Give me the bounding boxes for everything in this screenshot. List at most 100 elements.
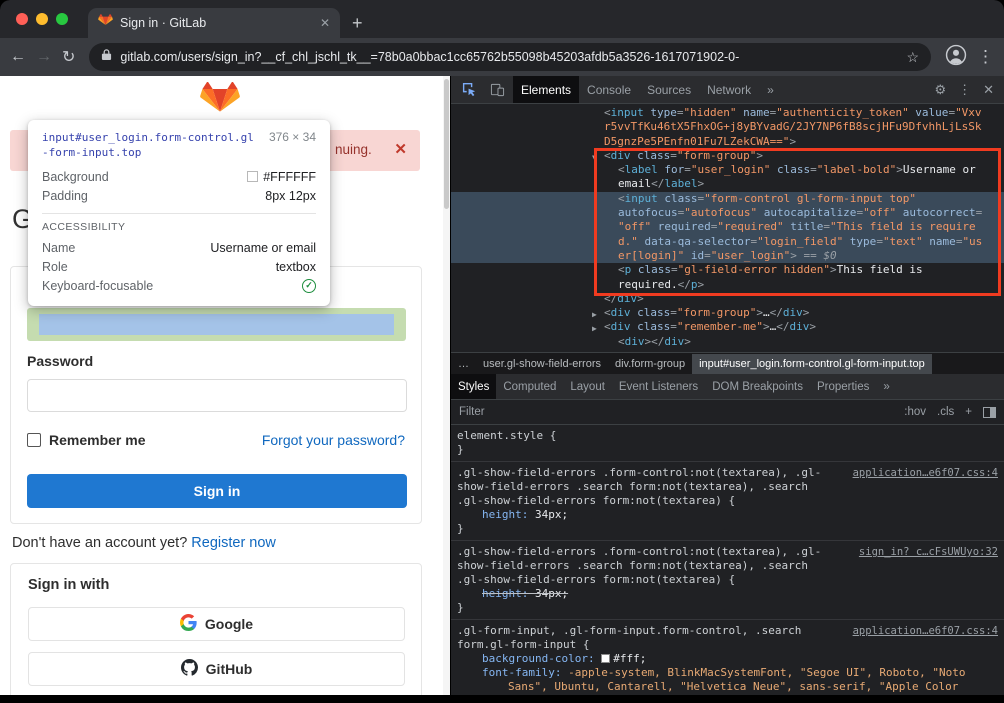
breadcrumb-item[interactable]: div.form-group (608, 354, 692, 374)
devtools-toolbar: ElementsConsoleSourcesNetwork» ⚙ ⋮ ✕ (451, 76, 1004, 104)
tab-computed[interactable]: Computed (496, 374, 563, 399)
tab-elements[interactable]: Elements (513, 76, 579, 103)
inspected-element-selector: input#user_login.form-control.gl-form-in… (42, 130, 254, 160)
breadcrumb-item[interactable]: user.gl-show-field-errors (476, 354, 608, 374)
elements-node-line[interactable]: <input type="hidden" name="authenticity_… (451, 106, 1004, 120)
sign-in-button[interactable]: Sign in (27, 474, 407, 508)
tab-layout[interactable]: Layout (563, 374, 612, 399)
color-swatch[interactable] (601, 654, 610, 663)
traffic-light-close[interactable] (16, 13, 28, 25)
devtools-settings-gear-icon[interactable]: ⚙ (934, 82, 946, 98)
css-declaration[interactable]: background-color: #fff; (457, 652, 998, 666)
code-token: </ (651, 177, 664, 190)
code-token: = (671, 263, 678, 276)
css-declaration[interactable]: height: 34px; (457, 587, 998, 601)
toggle-hover-state-button[interactable]: :hov (904, 406, 926, 418)
code-token: class (770, 163, 810, 176)
css-selector[interactable]: .gl-show-field-errors form:not(textarea)… (457, 494, 998, 508)
css-declaration[interactable]: font-family: -apple-system, BlinkMacSyst… (457, 666, 998, 680)
elements-node-line[interactable]: email</label> (451, 177, 1004, 191)
bookmark-star-icon[interactable]: ☆ (906, 49, 919, 66)
code-token: = (704, 249, 711, 262)
elements-node-line[interactable]: ▶<div class="remember-me">…</div> (451, 320, 1004, 334)
tab-close-icon[interactable]: ✕ (320, 16, 330, 30)
toggle-sidebar-icon[interactable] (983, 407, 996, 418)
devtools-menu-dots-icon[interactable]: ⋮ (958, 82, 971, 98)
github-signin-button[interactable]: GitHub (28, 652, 405, 686)
toggle-class-button[interactable]: .cls (937, 406, 954, 418)
alert-close-icon[interactable]: ✕ (394, 140, 407, 158)
back-icon[interactable]: ← (10, 48, 26, 66)
tab-styles[interactable]: Styles (451, 374, 496, 399)
password-input[interactable] (27, 379, 407, 412)
forward-icon[interactable]: → (36, 48, 52, 66)
google-signin-button[interactable]: Google (28, 607, 405, 641)
elements-node-line[interactable]: required.</p> (451, 278, 1004, 292)
breadcrumb-item[interactable]: input#user_login.form-control.gl-form-in… (692, 354, 932, 374)
devtools-close-icon[interactable]: ✕ (983, 82, 994, 98)
tab-sources[interactable]: Sources (639, 76, 699, 103)
url-text[interactable]: gitlab.com/users/sign_in?__cf_chl_jschl_… (120, 50, 898, 64)
forgot-password-link[interactable]: Forgot your password? (262, 432, 405, 448)
tab-console[interactable]: Console (579, 76, 639, 103)
device-toolbar-icon[interactable] (485, 82, 510, 97)
browser-tab[interactable]: Sign in · GitLab ✕ (88, 8, 340, 38)
elements-node-line[interactable]: r5vvTfKu46tX5FhxOG+j8yBYvadG/2JY7NP6fB8s… (451, 120, 1004, 134)
tab-event-listeners[interactable]: Event Listeners (612, 374, 705, 399)
elements-node-line[interactable]: autofocus="autofocus" autocapitalize="of… (451, 206, 1004, 220)
css-declaration[interactable]: height: 34px; (457, 508, 998, 522)
elements-node-line[interactable]: D5gnzPe5PEnfn01Fu7LZekCWA=="> (451, 135, 1004, 149)
code-token: div (783, 306, 803, 319)
code-token: = (876, 235, 883, 248)
elements-node-line[interactable]: ▶<div class="form-group">…</div> (451, 306, 1004, 320)
tab-properties[interactable]: Properties (810, 374, 876, 399)
github-button-label: GitHub (206, 661, 253, 677)
inspect-element-icon[interactable] (457, 82, 482, 97)
remember-me-checkbox[interactable] (27, 433, 41, 447)
css-selector[interactable]: element.style { (457, 429, 998, 443)
traffic-light-minimize[interactable] (36, 13, 48, 25)
address-bar[interactable]: gitlab.com/users/sign_in?__cf_chl_jschl_… (89, 43, 931, 71)
username-input-inspect-highlight[interactable] (27, 308, 406, 341)
browser-menu-dots-icon[interactable]: ⋮ (977, 47, 994, 67)
avatar-icon[interactable] (945, 44, 967, 71)
code-token: d." (618, 235, 638, 248)
tabs-overflow-chevron[interactable]: » (759, 76, 782, 103)
elements-node-line[interactable]: <input class="form-control gl-form-input… (451, 192, 1004, 206)
new-tab-button[interactable]: + (352, 12, 363, 34)
elements-node-line[interactable]: ▼<div class="form-group"> (451, 149, 1004, 163)
code-token: = (670, 149, 677, 162)
code-token: label (664, 177, 697, 190)
code-token: autocapitalize (757, 206, 856, 219)
code-token: … (763, 306, 770, 319)
elements-node-line[interactable]: <p class="gl-field-error hidden">This fi… (451, 263, 1004, 277)
elements-node-line[interactable]: <div></div> (451, 335, 1004, 349)
elements-node-line[interactable]: er[login]" id="user_login"> == $0 (451, 249, 1004, 263)
elements-node-line[interactable]: <label for="user_login" class="label-bol… (451, 163, 1004, 177)
tabs-overflow-chevron[interactable]: » (876, 374, 896, 399)
register-text: Don't have an account yet? (12, 535, 187, 551)
elements-node-line[interactable]: "off" required="required" title="This fi… (451, 220, 1004, 234)
stylesheet-link[interactable]: sign_in? c…cFsUWUyo:32 (859, 545, 998, 559)
css-selector[interactable]: form.gl-form-input { (457, 638, 998, 652)
breadcrumb-item[interactable]: … (451, 354, 476, 374)
traffic-light-zoom[interactable] (56, 13, 68, 25)
new-style-rule-button[interactable]: + (965, 406, 972, 418)
register-now-link[interactable]: Register now (191, 535, 276, 551)
stylesheet-link[interactable]: application…e6f07.css:4 (853, 624, 998, 638)
css-selector[interactable]: show-field-errors .search form:not(texta… (457, 480, 998, 494)
page-scrollbar[interactable] (443, 76, 450, 695)
stylesheet-link[interactable]: application…e6f07.css:4 (853, 466, 998, 480)
code-token: = (677, 106, 684, 119)
reload-icon[interactable]: ↻ (62, 47, 75, 67)
scrollbar-thumb[interactable] (444, 79, 449, 209)
tab-dom-breakpoints[interactable]: DOM Breakpoints (705, 374, 810, 399)
tab-network[interactable]: Network (699, 76, 759, 103)
elements-node-line[interactable]: </div> (451, 292, 1004, 306)
css-selector[interactable]: show-field-errors .search form:not(texta… (457, 559, 998, 573)
browser-titlebar: Sign in · GitLab ✕ + (0, 0, 1004, 38)
a11y-name-label: Name (42, 241, 75, 255)
elements-node-line[interactable]: d." data-qa-selector="login_field" type=… (451, 235, 1004, 249)
styles-filter-input[interactable] (459, 406, 893, 418)
css-selector[interactable]: .gl-show-field-errors form:not(textarea)… (457, 573, 998, 587)
